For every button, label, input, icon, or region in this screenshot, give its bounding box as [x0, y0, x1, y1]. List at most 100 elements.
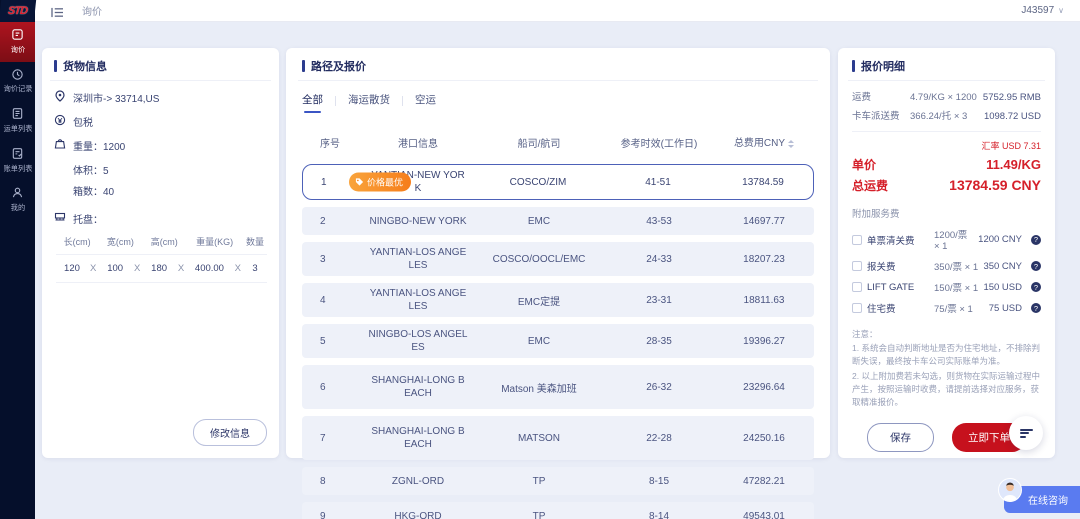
topbar: 询价 J43597 ∨ [35, 0, 1080, 22]
pallet-label: 托盘： [73, 211, 103, 226]
route-row[interactable]: 9HKG-ORDTP8-1449543.01 [302, 502, 814, 519]
addon-row: LIFT GATE150/票 × 1150 USD? [852, 280, 1041, 294]
route-row[interactable]: 7SHANGHAI-LONG BEACHMATSON22-2824250.16 [302, 416, 814, 460]
cargo-info-panel: 货物信息 深圳市-> 33714,US 包税 重量：1200 体积：5 箱数：4… [42, 48, 279, 458]
sidebar-item-label: 我的 [10, 205, 24, 213]
fee-label: 卡车派送费 [852, 108, 910, 122]
route-row[interactable]: 2NINGBO-NEW YORKEMC43-5314697.77 [302, 207, 814, 235]
edit-cargo-button[interactable]: 修改信息 [193, 419, 267, 446]
app-logo: STD [0, 0, 36, 22]
route-days: 24-33 [604, 254, 714, 265]
sidebar-item-mine[interactable]: 我的 [0, 180, 35, 220]
route-carrier: TP [474, 476, 604, 487]
user-menu[interactable]: J43597 ∨ [1021, 5, 1064, 16]
routes-panel-title: 路径及报价 [311, 58, 366, 74]
list-fab-button[interactable] [1009, 416, 1043, 450]
breadcrumb[interactable]: 询价 [82, 3, 102, 18]
unit-price-value: 11.49/KG [986, 157, 1041, 172]
location-pin-icon [54, 90, 66, 102]
route-cost: 13784.59 [713, 177, 813, 188]
sidebar-item-label: 账单列表 [3, 165, 32, 173]
addon-label: LIFT GATE [867, 282, 929, 293]
route-carrier: MATSON [474, 433, 604, 444]
sort-icon[interactable] [788, 137, 794, 151]
pallet-col-header: 宽(cm) [98, 235, 142, 248]
pallet-col-header: 高(cm) [142, 235, 186, 248]
panel-accent-bar [852, 60, 855, 72]
save-button[interactable]: 保存 [867, 423, 934, 452]
route-cost: 24250.16 [714, 433, 814, 444]
total-value: 13784.59 CNY [949, 177, 1041, 193]
pallet-col-header: 数量 [243, 235, 267, 248]
sidebar-item-label: 询价记录 [3, 86, 32, 94]
route-no: 8 [302, 476, 362, 487]
info-icon[interactable]: ? [1031, 282, 1041, 292]
quote-icon [11, 28, 24, 44]
sidebar-item-inquiry-history[interactable]: 询价记录 [0, 62, 35, 102]
tab-air[interactable]: 空运 [415, 89, 436, 113]
route-days: 8-15 [604, 476, 714, 487]
routes-quotes-panel: 路径及报价 全部 海运散货 空运 序号 港口信息 船司/航司 参考时效(工作日) 总… [286, 48, 830, 458]
tab-all[interactable]: 全部 [302, 89, 323, 113]
quote-detail-panel: 报价明细 运费4.79/KG × 12005752.95 RMB卡车派送费366… [838, 48, 1055, 458]
route-cost: 49543.01 [714, 511, 814, 519]
addons-list: 单票清关费1200/票 × 11200 CNY?报关费350/票 × 1350 … [852, 227, 1041, 315]
fee-label: 运费 [852, 89, 910, 103]
sidebar-item-bill-list[interactable]: 账单列表 [0, 141, 35, 181]
pallet-cell: 400.00 [186, 263, 232, 274]
username: J43597 [1021, 5, 1054, 16]
fee-calc: 4.79/KG × 1200 [910, 92, 983, 103]
route-no: 7 [302, 433, 362, 444]
route-port: YANTIAN-LOS ANGELES [362, 283, 474, 317]
boxes-label: 箱数： [73, 187, 103, 198]
volume-label: 体积： [73, 166, 103, 177]
info-icon[interactable]: ? [1031, 303, 1041, 313]
clock-icon [11, 68, 24, 84]
addon-label: 住宅费 [867, 301, 929, 315]
pallet-cell: 3 [243, 263, 267, 274]
addon-checkbox[interactable] [852, 282, 862, 292]
pallet-col-header: 重量(KG) [186, 235, 243, 248]
sidebar-item-inquiry[interactable]: 询价 [0, 22, 35, 62]
notes-title: 注意： [852, 328, 1041, 341]
col-carrier: 船司/航司 [474, 135, 604, 150]
pallet-cell: 100 [98, 263, 132, 274]
route-no: 6 [302, 382, 362, 393]
route-port: NINGBO-NEW YORK [362, 211, 474, 232]
route-row[interactable]: 4YANTIAN-LOS ANGELESEMC定提23-3118811.63 [302, 283, 814, 317]
chevron-down-icon: ∨ [1058, 6, 1064, 15]
route-row[interactable]: 8ZGNL-ORDTP8-1547282.21 [302, 467, 814, 495]
addon-amount: 150 USD [983, 282, 1022, 293]
sidebar-item-waybill-list[interactable]: 运单列表 [0, 101, 35, 141]
route-row[interactable]: 3YANTIAN-LOS ANGELESCOSCO/OOCL/EMC24-331… [302, 242, 814, 276]
weight-icon [54, 138, 66, 150]
tab-sea-lcl[interactable]: 海运散货 [348, 89, 390, 113]
collapse-menu-icon[interactable] [51, 5, 64, 16]
online-chat-button[interactable]: 在线咨询 [1004, 486, 1080, 513]
addon-checkbox[interactable] [852, 261, 862, 271]
info-icon[interactable]: ? [1031, 235, 1041, 245]
route-cost: 18207.23 [714, 254, 814, 265]
note-line: 2. 以上附加费若未勾选，则货物在实际运输过程中产生，按照运输时收费，请提前选择… [852, 370, 1041, 410]
addon-checkbox[interactable] [852, 303, 862, 313]
user-icon [11, 186, 24, 202]
panel-accent-bar [54, 60, 57, 72]
info-icon[interactable]: ? [1031, 261, 1041, 271]
fee-calc: 366.24/托 × 3 [910, 108, 984, 122]
pallet-table: 长(cm)宽(cm)高(cm)重量(KG)数量 120X100X180X400.… [56, 235, 267, 283]
route-days: 41-51 [603, 177, 713, 188]
route-tabs: 全部 海运散货 空运 [302, 89, 814, 113]
times-separator: X [132, 263, 142, 274]
route-row[interactable]: 1价格最优YANTIAN-NEW YORKCOSCO/ZIM41-5113784… [302, 164, 814, 200]
addon-calc: 1200/票 × 1 [934, 227, 973, 252]
route-row[interactable]: 5NINGBO-LOS ANGELESEMC28-3519396.27 [302, 324, 814, 358]
tax-included-icon [54, 114, 66, 126]
route-row[interactable]: 6SHANGHAI-LONG BEACHMatson 美森加班26-322329… [302, 365, 814, 409]
addon-checkbox[interactable] [852, 235, 862, 245]
route-carrier: Matson 美森加班 [474, 380, 604, 395]
best-price-badge: 价格最优 [349, 173, 411, 192]
route-table-header: 序号 港口信息 船司/航司 参考时效(工作日) 总费用CNY [302, 123, 814, 164]
fee-amount: 1098.72 USD [984, 111, 1041, 122]
weight-value: 1200 [103, 142, 125, 153]
route-carrier: COSCO/OOCL/EMC [474, 254, 604, 265]
